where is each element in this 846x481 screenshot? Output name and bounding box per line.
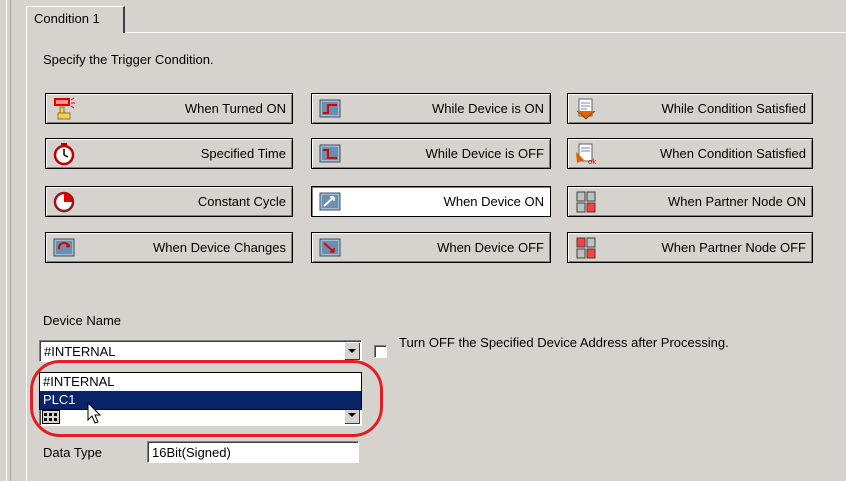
alarm-clock-icon [53, 142, 75, 165]
cycle-clock-icon [53, 191, 75, 212]
when-partner-node-off-button[interactable]: When Partner Node OFF [567, 232, 813, 263]
window-left-border [0, 0, 11, 481]
when-condition-satisfied-button[interactable]: ok When Condition Satisfied [567, 138, 813, 169]
while-condition-satisfied-label: While Condition Satisfied [661, 101, 806, 116]
device-change-icon [53, 238, 75, 256]
chevron-down-icon [348, 349, 356, 353]
when-device-changes-label: When Device Changes [153, 240, 286, 255]
turn-off-address-label: Turn OFF the Specified Device Address af… [399, 335, 729, 350]
trigger-instruction: Specify the Trigger Condition. [43, 52, 214, 67]
while-condition-satisfied-button[interactable]: While Condition Satisfied [567, 93, 813, 124]
when-device-changes-button[interactable]: When Device Changes [45, 232, 293, 263]
condition-ok-icon: ok [576, 143, 597, 166]
constant-cycle-button[interactable]: Constant Cycle [45, 186, 293, 217]
device-on-signal-icon [319, 99, 341, 117]
while-device-is-on-label: While Device is ON [432, 101, 544, 116]
keypad-icon[interactable] [42, 410, 60, 424]
option-internal[interactable]: #INTERNAL [40, 373, 361, 391]
device-name-value: #INTERNAL [44, 344, 116, 359]
specified-time-label: Specified Time [200, 146, 286, 161]
data-type-label: Data Type [43, 445, 103, 460]
condition-document-icon [576, 98, 596, 120]
turn-off-address-checkbox[interactable] [374, 345, 387, 358]
when-device-off-button[interactable]: When Device OFF [311, 232, 551, 263]
constant-cycle-label: Constant Cycle [197, 194, 286, 209]
partner-node-off-icon [576, 237, 596, 258]
touch-hand-icon [54, 97, 75, 119]
tab-condition-1[interactable]: Condition 1 [26, 6, 125, 33]
device-name-dropdown-arrow[interactable] [344, 342, 360, 360]
svg-text:ok: ok [588, 158, 597, 166]
when-partner-node-on-button[interactable]: When Partner Node ON [567, 186, 813, 217]
device-falling-edge-icon [319, 238, 341, 256]
data-type-field[interactable]: 16Bit(Signed) [147, 441, 359, 463]
when-partner-node-on-label: When Partner Node ON [667, 194, 806, 209]
when-device-on-button[interactable]: When Device ON [311, 186, 551, 217]
partner-node-on-icon [576, 191, 596, 212]
tab-label: Condition 1 [34, 11, 100, 26]
device-name-label: Device Name [43, 313, 122, 328]
when-condition-satisfied-label: When Condition Satisfied [660, 146, 806, 161]
when-device-on-label: When Device ON [443, 194, 544, 209]
when-turned-on-button[interactable]: When Turned ON [45, 93, 293, 124]
while-device-is-off-label: While Device is OFF [425, 146, 544, 161]
device-off-signal-icon [319, 144, 341, 162]
mouse-pointer-icon [87, 402, 102, 424]
when-device-off-label: When Device OFF [437, 240, 544, 255]
device-rising-edge-icon [319, 192, 341, 210]
while-device-is-on-button[interactable]: While Device is ON [311, 93, 551, 124]
specified-time-button[interactable]: Specified Time [45, 138, 293, 169]
chevron-down-icon [348, 413, 356, 417]
when-turned-on-label: When Turned ON [184, 101, 286, 116]
device-name-dropdown[interactable]: #INTERNAL [39, 340, 362, 362]
data-type-value: 16Bit(Signed) [152, 445, 231, 460]
while-device-is-off-button[interactable]: While Device is OFF [311, 138, 551, 169]
when-partner-node-off-label: When Partner Node OFF [661, 240, 807, 255]
